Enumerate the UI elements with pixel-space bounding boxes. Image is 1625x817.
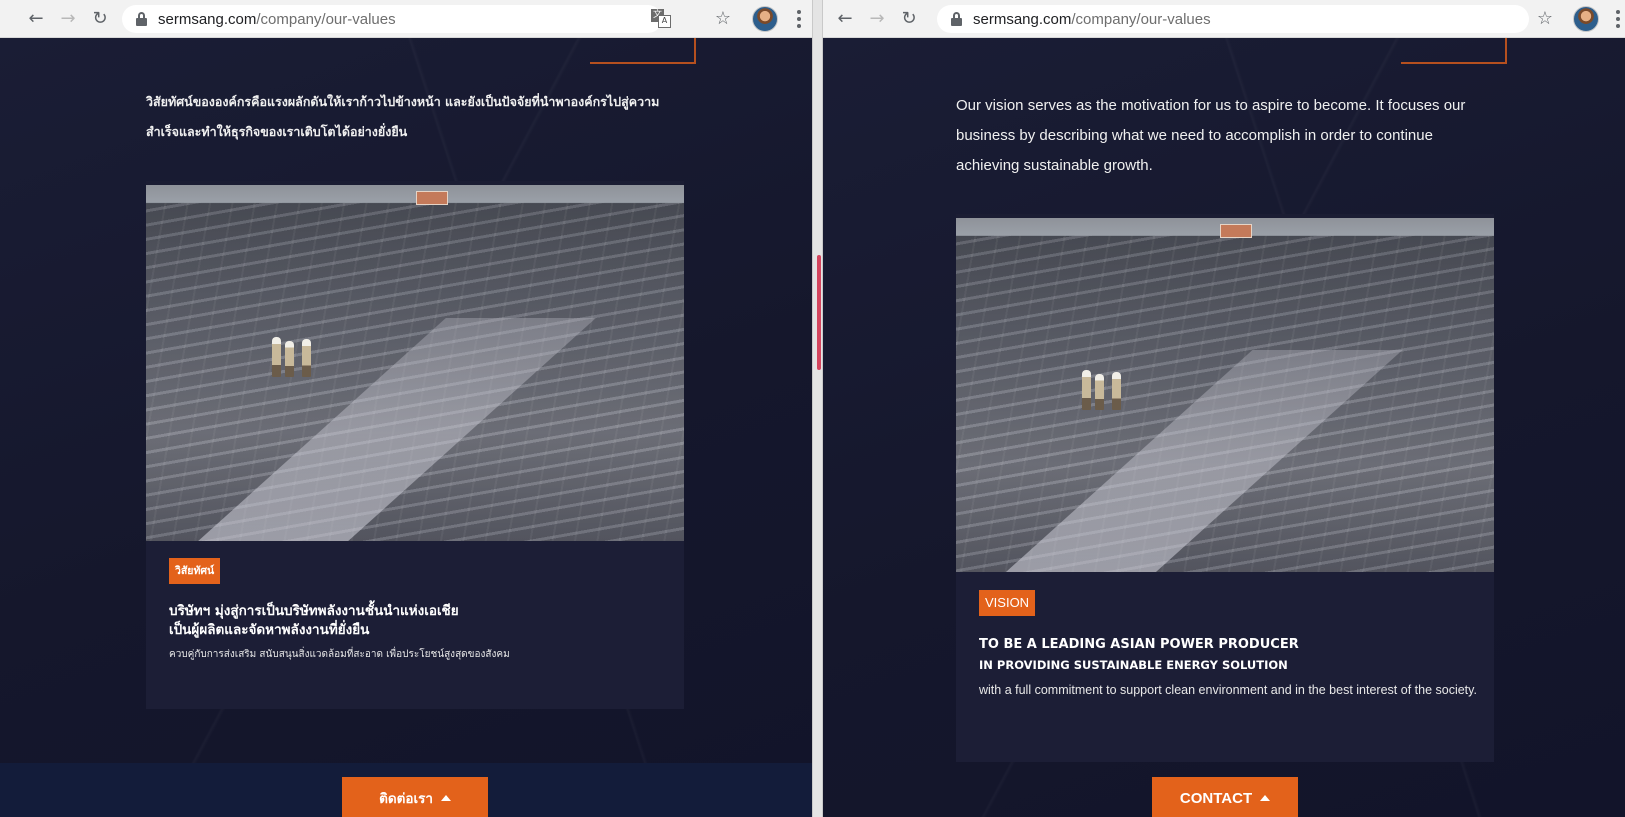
kebab-menu-icon[interactable]: [1615, 10, 1621, 28]
star-icon[interactable]: ☆: [1533, 7, 1557, 31]
vision-headline-line2: IN PROVIDING SUSTAINABLE ENERGY SOLUTION: [979, 658, 1288, 672]
vision-card: วิสัยทัศน์ บริษัทฯ มุ่งสู่การเป็นบริษัทพ…: [146, 181, 684, 709]
contact-button[interactable]: ติดต่อเรา: [342, 777, 488, 817]
decorative-corner-line: [590, 38, 696, 64]
vision-headline: บริษัทฯ มุ่งสู่การเป็นบริษัทพลังงานชั้นน…: [169, 602, 459, 640]
browser-toolbar: ← → ↻ sermsang.com/company/our-values 文A…: [0, 0, 812, 38]
kebab-menu-icon[interactable]: [796, 10, 802, 28]
translate-icon[interactable]: 文A: [651, 9, 671, 29]
decorative-corner-line: [1401, 38, 1507, 64]
vision-card: VISION TO BE A LEADING ASIAN POWER PRODU…: [956, 214, 1494, 762]
intro-paragraph: Our vision serves as the motivation for …: [956, 97, 1466, 174]
vision-description: with a full commitment to support clean …: [979, 683, 1477, 697]
avatar[interactable]: [1573, 6, 1599, 32]
caret-up-icon: [440, 795, 451, 801]
address-bar[interactable]: sermsang.com/company/our-values: [122, 5, 662, 33]
solar-farm-photo: [956, 214, 1494, 572]
vision-headline-line2: เป็นผู้ผลิตและจัดหาพลังงานที่ยั่งยืน: [169, 622, 370, 638]
avatar[interactable]: [752, 6, 778, 32]
contact-button-label: CONTACT: [1179, 790, 1253, 807]
reload-icon[interactable]: ↻: [88, 7, 112, 31]
address-bar[interactable]: sermsang.com/company/our-values: [937, 5, 1529, 33]
vision-badge: VISION: [979, 590, 1036, 616]
vision-badge: วิสัยทัศน์: [169, 558, 221, 584]
intro-paragraph: วิสัยทัศน์ขององค์กรคือแรงผลักดันให้เราก้…: [146, 94, 660, 139]
vision-headline: TO BE A LEADING ASIAN POWER PRODUCER IN …: [979, 635, 1299, 675]
vision-headline-line1: บริษัทฯ มุ่งสู่การเป็นบริษัทพลังงานชั้นน…: [169, 603, 459, 619]
arrow-right-icon[interactable]: →: [865, 7, 889, 31]
vision-description: ควบคู่กับการส่งเสริม สนับสนุนสิ่งแวดล้อม…: [169, 649, 510, 660]
arrow-right-icon[interactable]: →: [56, 7, 80, 31]
page-content: วิสัยทัศน์ขององค์กรคือแรงผลักดันให้เราก้…: [0, 38, 812, 817]
browser-window-thai: ← → ↻ sermsang.com/company/our-values 文A…: [0, 0, 812, 817]
solar-farm-photo: [146, 181, 684, 541]
star-icon[interactable]: ☆: [711, 7, 735, 31]
reload-icon[interactable]: ↻: [897, 7, 921, 31]
page-content: Our vision serves as the motivation for …: [823, 38, 1625, 817]
lock-icon: [951, 12, 962, 26]
url-text[interactable]: sermsang.com/company/our-values: [973, 11, 1211, 28]
url-text[interactable]: sermsang.com/company/our-values: [158, 11, 396, 28]
vision-headline-line1: TO BE A LEADING ASIAN POWER PRODUCER: [979, 637, 1299, 652]
browser-window-english: ← → ↻ sermsang.com/company/our-values ☆ …: [823, 0, 1625, 817]
scrollbar-thumb[interactable]: [817, 255, 821, 370]
arrow-left-icon[interactable]: ←: [833, 7, 857, 31]
browser-toolbar: ← → ↻ sermsang.com/company/our-values ☆: [823, 0, 1625, 38]
window-divider: [812, 0, 823, 817]
contact-button[interactable]: CONTACT: [1152, 777, 1298, 817]
caret-up-icon: [1260, 795, 1271, 801]
lock-icon: [136, 12, 147, 26]
arrow-left-icon[interactable]: ←: [24, 7, 48, 31]
contact-button-label: ติดต่อเรา: [379, 791, 433, 807]
